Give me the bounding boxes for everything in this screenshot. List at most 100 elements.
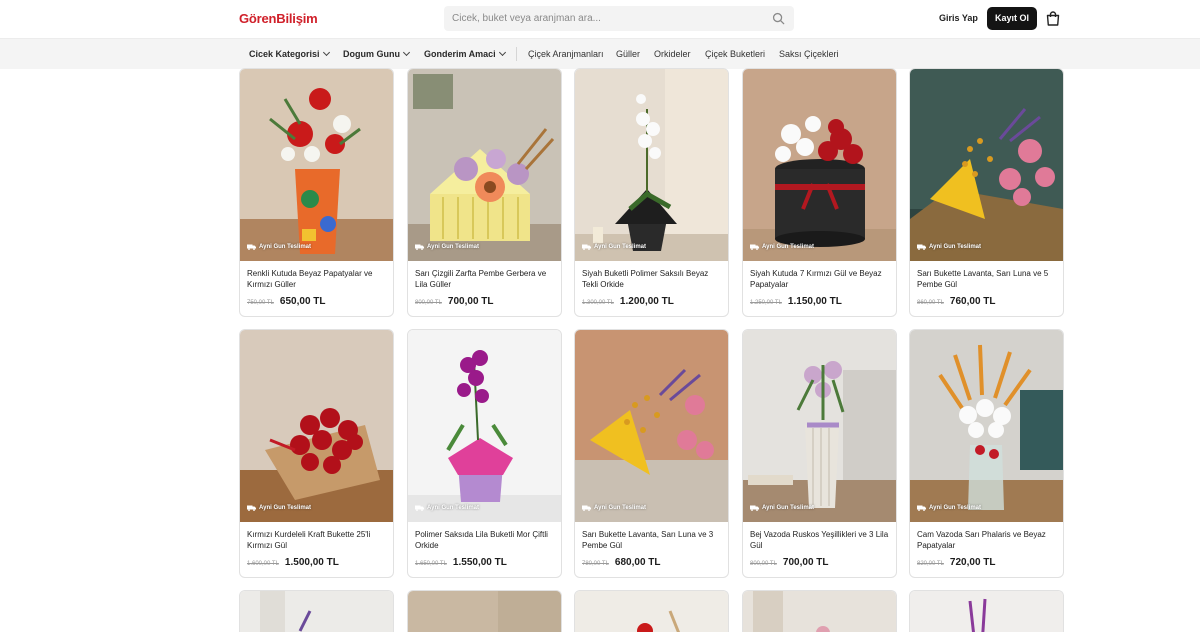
price-row: 1.650,00 TL 1.550,00 TL bbox=[415, 557, 507, 568]
current-price: 1.500,00 TL bbox=[284, 557, 339, 568]
register-button[interactable]: Kayıt Ol bbox=[987, 7, 1037, 30]
nav-dropdown-gonderim-amaci[interactable]: Gonderim Amaci bbox=[424, 48, 506, 59]
price-row: 800,00 TL 700,00 TL bbox=[415, 296, 494, 307]
old-price: 780,00 TL bbox=[582, 561, 609, 567]
product-card[interactable] bbox=[742, 590, 897, 632]
current-price: 1.200,00 TL bbox=[619, 296, 674, 307]
product-image[interactable] bbox=[408, 591, 561, 632]
product-image[interactable] bbox=[743, 591, 896, 632]
product-card[interactable]: Ayni Gun Teslimat Cam Vazoda Sarı Phalar… bbox=[909, 329, 1064, 578]
product-title[interactable]: Renkli Kutuda Beyaz Papatyalar ve Kırmız… bbox=[247, 268, 389, 290]
current-price: 720,00 TL bbox=[949, 557, 996, 568]
product-image[interactable] bbox=[743, 69, 896, 261]
current-price: 680,00 TL bbox=[614, 557, 661, 568]
badge-label: Ayni Gun Teslimat bbox=[594, 505, 647, 511]
nav-dropdown-label: Gonderim Amaci bbox=[424, 49, 496, 59]
product-title[interactable]: Polimer Saksıda Lila Buketli Mor Çiftli … bbox=[415, 529, 557, 551]
old-price: 800,00 TL bbox=[750, 561, 777, 567]
price-row: 750,00 TL 650,00 TL bbox=[247, 296, 326, 307]
product-image[interactable] bbox=[743, 330, 896, 522]
product-image[interactable] bbox=[240, 69, 393, 261]
nav-link-orkideler[interactable]: Orkideler bbox=[654, 49, 691, 59]
cart-icon[interactable] bbox=[1046, 11, 1060, 26]
product-image[interactable] bbox=[910, 591, 1063, 632]
price-row: 780,00 TL 680,00 TL bbox=[582, 557, 661, 568]
nav-dropdown-cicek-kategorisi[interactable]: Cicek Kategorisi bbox=[249, 48, 330, 59]
product-title[interactable]: Siyah Buketli Polimer Saksılı Beyaz Tekl… bbox=[582, 268, 724, 290]
old-price: 750,00 TL bbox=[247, 300, 274, 306]
product-card[interactable]: Ayni Gun Teslimat Sarı Bukette Lavanta, … bbox=[574, 329, 729, 578]
current-price: 1.150,00 TL bbox=[787, 296, 842, 307]
badge-label: Ayni Gun Teslimat bbox=[427, 244, 480, 250]
product-card[interactable] bbox=[407, 590, 562, 632]
same-day-badge: Ayni Gun Teslimat bbox=[750, 505, 814, 511]
current-price: 760,00 TL bbox=[949, 296, 996, 307]
product-image[interactable] bbox=[408, 330, 561, 522]
product-card[interactable]: Ayni Gun Teslimat Bej Vazoda Ruskos Yeşi… bbox=[742, 329, 897, 578]
site-logo[interactable]: GörenBilişim bbox=[239, 11, 318, 26]
badge-label: Ayni Gun Teslimat bbox=[427, 505, 480, 511]
search-icon[interactable] bbox=[772, 12, 785, 25]
badge-label: Ayni Gun Teslimat bbox=[929, 505, 982, 511]
product-title[interactable]: Bej Vazoda Ruskos Yeşillikleri ve 3 Lila… bbox=[750, 529, 892, 551]
price-row: 1.250,00 TL 1.150,00 TL bbox=[750, 296, 842, 307]
nav-link-guller[interactable]: Güller bbox=[616, 49, 640, 59]
nav-link-cicek-buketleri[interactable]: Çiçek Buketleri bbox=[705, 49, 765, 59]
search-bar[interactable] bbox=[444, 6, 794, 31]
product-card[interactable] bbox=[239, 590, 394, 632]
price-row: 820,00 TL 720,00 TL bbox=[917, 557, 996, 568]
badge-label: Ayni Gun Teslimat bbox=[259, 244, 312, 250]
truck-icon bbox=[415, 244, 424, 250]
product-image[interactable] bbox=[910, 330, 1063, 522]
same-day-badge: Ayni Gun Teslimat bbox=[415, 505, 479, 511]
search-input[interactable] bbox=[452, 6, 762, 31]
current-price: 1.550,00 TL bbox=[452, 557, 507, 568]
product-card[interactable]: Ayni Gun Teslimat Siyah Buketli Polimer … bbox=[574, 68, 729, 317]
product-title[interactable]: Kırmızı Kurdeleli Kraft Bukette 25'li Kı… bbox=[247, 529, 389, 551]
same-day-badge: Ayni Gun Teslimat bbox=[917, 244, 981, 250]
chevron-down-icon bbox=[498, 48, 506, 57]
nav-link-saksi-cicekleri[interactable]: Saksı Çiçekleri bbox=[779, 49, 839, 59]
price-row: 1.600,00 TL 1.500,00 TL bbox=[247, 557, 339, 568]
product-card[interactable]: Ayni Gun Teslimat Siyah Kutuda 7 Kırmızı… bbox=[742, 68, 897, 317]
product-card[interactable]: Ayni Gun Teslimat Sarı Çizgili Zarfta Pe… bbox=[407, 68, 562, 317]
product-image[interactable] bbox=[575, 330, 728, 522]
nav-link-cicek-aranjmanlari[interactable]: Çiçek Aranjmanları bbox=[528, 49, 604, 59]
truck-icon bbox=[247, 505, 256, 511]
product-title[interactable]: Cam Vazoda Sarı Phalaris ve Beyaz Papaty… bbox=[917, 529, 1059, 551]
product-image[interactable] bbox=[910, 69, 1063, 261]
product-card[interactable]: Ayni Gun Teslimat Kırmızı Kurdeleli Kraf… bbox=[239, 329, 394, 578]
old-price: 1.600,00 TL bbox=[247, 561, 279, 567]
old-price: 1.650,00 TL bbox=[415, 561, 447, 567]
product-image[interactable] bbox=[575, 591, 728, 632]
truck-icon bbox=[750, 505, 759, 511]
truck-icon bbox=[582, 244, 591, 250]
product-title[interactable]: Sarı Bukette Lavanta, Sarı Luna ve 3 Pem… bbox=[582, 529, 724, 551]
truck-icon bbox=[750, 244, 759, 250]
product-image[interactable] bbox=[408, 69, 561, 261]
product-image[interactable] bbox=[240, 330, 393, 522]
badge-label: Ayni Gun Teslimat bbox=[762, 505, 815, 511]
product-card[interactable]: Ayni Gun Teslimat Sarı Bukette Lavanta, … bbox=[909, 68, 1064, 317]
current-price: 700,00 TL bbox=[782, 557, 829, 568]
truck-icon bbox=[917, 505, 926, 511]
same-day-badge: Ayni Gun Teslimat bbox=[917, 505, 981, 511]
product-image[interactable] bbox=[575, 69, 728, 261]
badge-label: Ayni Gun Teslimat bbox=[259, 505, 312, 511]
product-card[interactable]: Ayni Gun Teslimat Polimer Saksıda Lila B… bbox=[407, 329, 562, 578]
product-title[interactable]: Sarı Bukette Lavanta, Sarı Luna ve 5 Pem… bbox=[917, 268, 1059, 290]
login-link[interactable]: Giris Yap bbox=[939, 13, 978, 23]
badge-label: Ayni Gun Teslimat bbox=[929, 244, 982, 250]
product-title[interactable]: Siyah Kutuda 7 Kırmızı Gül ve Beyaz Papa… bbox=[750, 268, 892, 290]
category-nav: Cicek Kategorisi Dogum Gunu Gonderim Ama… bbox=[0, 38, 1200, 69]
nav-dropdown-dogum-gunu[interactable]: Dogum Gunu bbox=[343, 48, 411, 59]
product-title[interactable]: Sarı Çizgili Zarfta Pembe Gerbera ve Lil… bbox=[415, 268, 557, 290]
same-day-badge: Ayni Gun Teslimat bbox=[247, 505, 311, 511]
product-card[interactable]: Ayni Gun Teslimat Renkli Kutuda Beyaz Pa… bbox=[239, 68, 394, 317]
same-day-badge: Ayni Gun Teslimat bbox=[750, 244, 814, 250]
old-price: 800,00 TL bbox=[415, 300, 442, 306]
product-image[interactable] bbox=[240, 591, 393, 632]
product-card[interactable] bbox=[574, 590, 729, 632]
product-card[interactable] bbox=[909, 590, 1064, 632]
same-day-badge: Ayni Gun Teslimat bbox=[415, 244, 479, 250]
